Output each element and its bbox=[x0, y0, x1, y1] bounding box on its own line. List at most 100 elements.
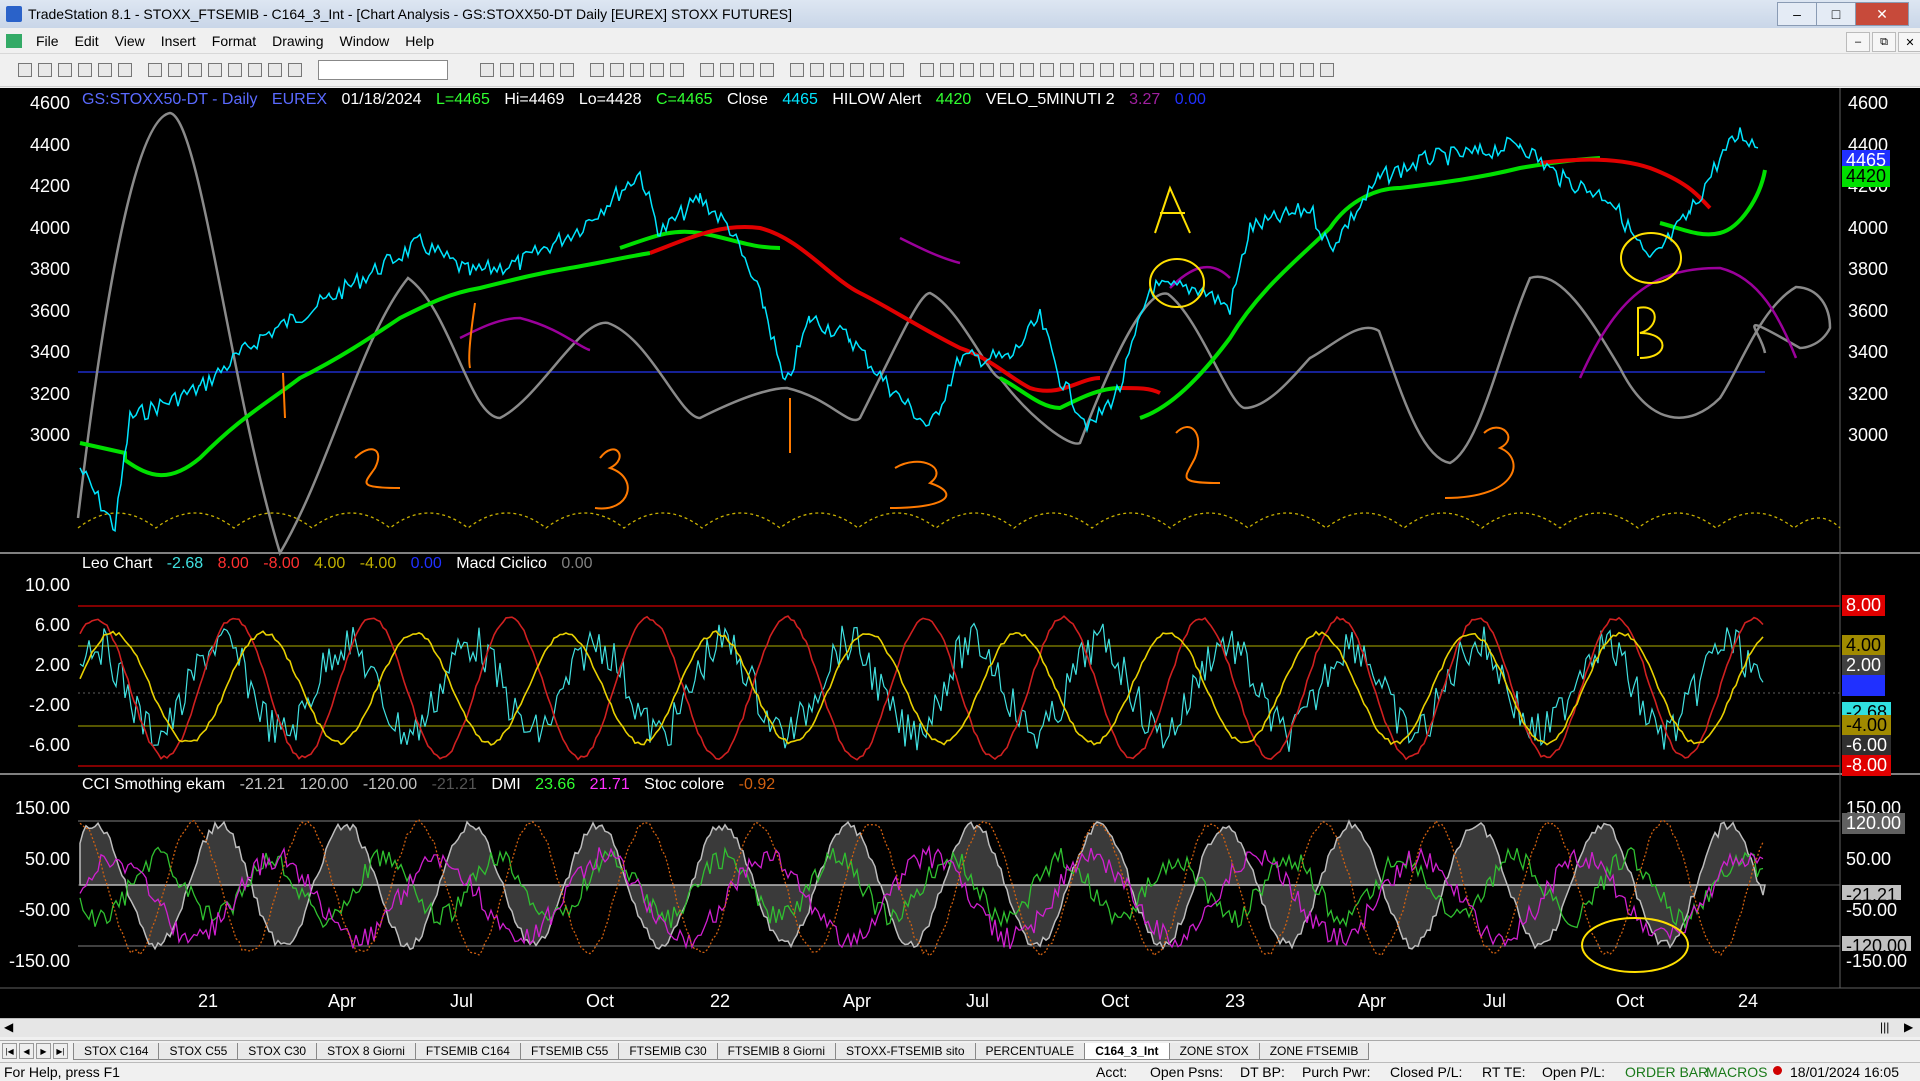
toolbar-tool-icon[interactable] bbox=[1200, 63, 1214, 77]
tab-first-icon[interactable]: |◀ bbox=[2, 1043, 17, 1059]
toolbar-tool-icon[interactable] bbox=[630, 63, 644, 77]
toolbar-tool-icon[interactable] bbox=[38, 63, 52, 77]
chart-window[interactable]: GS:STOXX50-DT - Daily EUREX 01/18/2024 L… bbox=[0, 88, 1920, 1026]
hilow-line-up[interactable] bbox=[79, 251, 651, 478]
toolbar-tool-icon[interactable] bbox=[18, 63, 32, 77]
toolbar-tool-icon[interactable] bbox=[188, 63, 202, 77]
toolbar-tool-icon[interactable] bbox=[1140, 63, 1154, 77]
sheet-tab[interactable]: STOX C55 bbox=[158, 1042, 239, 1060]
sheet-tab[interactable]: STOX C30 bbox=[237, 1042, 318, 1060]
toolbar-tool-icon[interactable] bbox=[208, 63, 222, 77]
toolbar-tool-icon[interactable] bbox=[58, 63, 72, 77]
toolbar-combo[interactable] bbox=[318, 60, 448, 80]
sheet-tab[interactable]: STOXX-FTSEMIB sito bbox=[835, 1042, 976, 1060]
menu-format[interactable]: Format bbox=[204, 33, 264, 49]
toolbar-tool-icon[interactable] bbox=[1240, 63, 1254, 77]
mdi-close-button[interactable]: ✕ bbox=[1898, 32, 1920, 52]
toolbar-tool-icon[interactable] bbox=[98, 63, 112, 77]
sheet-tab[interactable]: C164_3_Int bbox=[1084, 1042, 1170, 1060]
price-line[interactable] bbox=[79, 127, 1759, 533]
cycle-oscillator-gray[interactable] bbox=[76, 111, 1832, 557]
cycle-oscillator-purple[interactable] bbox=[459, 236, 1798, 379]
toolbar-tool-icon[interactable] bbox=[1040, 63, 1054, 77]
sheet-tab[interactable]: STOX 8 Giorni bbox=[316, 1042, 416, 1060]
toolbar-tool-icon[interactable] bbox=[1020, 63, 1034, 77]
menu-help[interactable]: Help bbox=[397, 33, 442, 49]
toolbar-tool-icon[interactable] bbox=[78, 63, 92, 77]
toolbar-tool-icon[interactable] bbox=[268, 63, 282, 77]
toolbar-tool-icon[interactable] bbox=[1220, 63, 1234, 77]
toolbar-tool-icon[interactable] bbox=[168, 63, 182, 77]
toolbar-tool-icon[interactable] bbox=[1320, 63, 1334, 77]
toolbar-tool-icon[interactable] bbox=[720, 63, 734, 77]
toolbar-tool-icon[interactable] bbox=[540, 63, 554, 77]
toolbar-tool-icon[interactable] bbox=[228, 63, 242, 77]
toolbar-tool-icon[interactable] bbox=[670, 63, 684, 77]
toolbar-tool-icon[interactable] bbox=[610, 63, 624, 77]
toolbar-tool-icon[interactable] bbox=[480, 63, 494, 77]
minimize-button[interactable]: – bbox=[1777, 2, 1817, 26]
toolbar-tool-icon[interactable] bbox=[870, 63, 884, 77]
toolbar-tool-icon[interactable] bbox=[920, 63, 934, 77]
toolbar-tool-icon[interactable] bbox=[590, 63, 604, 77]
toolbar-tool-icon[interactable] bbox=[118, 63, 132, 77]
tab-prev-icon[interactable]: ◀ bbox=[19, 1043, 34, 1059]
toolbar-tool-icon[interactable] bbox=[288, 63, 302, 77]
sheet-tab[interactable]: ZONE FTSEMIB bbox=[1258, 1042, 1370, 1060]
toolbar-tool-icon[interactable] bbox=[1260, 63, 1274, 77]
status-macros[interactable]: MACROS bbox=[1706, 1064, 1767, 1080]
toolbar-tool-icon[interactable] bbox=[1120, 63, 1134, 77]
sheet-tab[interactable]: FTSEMIB 8 Giorni bbox=[716, 1042, 837, 1060]
sheet-tab[interactable]: PERCENTUALE bbox=[974, 1042, 1086, 1060]
sheet-tab[interactable]: FTSEMIB C30 bbox=[618, 1042, 718, 1060]
sheet-tab[interactable]: ZONE STOX bbox=[1168, 1042, 1260, 1060]
toolbar-tool-icon[interactable] bbox=[1180, 63, 1194, 77]
hilow-line-down[interactable] bbox=[1539, 157, 1712, 210]
status-order-bar[interactable]: ORDER BAR bbox=[1625, 1064, 1708, 1080]
menu-drawing[interactable]: Drawing bbox=[264, 33, 331, 49]
toolbar-tool-icon[interactable] bbox=[1000, 63, 1014, 77]
scroll-right-icon[interactable]: ▶ bbox=[1904, 1020, 1913, 1034]
toolbar-tool-icon[interactable] bbox=[980, 63, 994, 77]
toolbar-tool-icon[interactable] bbox=[1100, 63, 1114, 77]
menu-file[interactable]: File bbox=[28, 33, 67, 49]
tab-next-icon[interactable]: ▶ bbox=[36, 1043, 51, 1059]
horizontal-scrollbar[interactable]: ◀ ||| ▶ bbox=[0, 1018, 1920, 1037]
toolbar-tool-icon[interactable] bbox=[700, 63, 714, 77]
maximize-button[interactable]: □ bbox=[1816, 2, 1856, 26]
toolbar-tool-icon[interactable] bbox=[650, 63, 664, 77]
toolbar-tool-icon[interactable] bbox=[148, 63, 162, 77]
toolbar-tool-icon[interactable] bbox=[940, 63, 954, 77]
menu-window[interactable]: Window bbox=[332, 33, 398, 49]
tab-last-icon[interactable]: ▶| bbox=[53, 1043, 68, 1059]
sheet-tab[interactable]: FTSEMIB C55 bbox=[519, 1042, 620, 1060]
toolbar-tool-icon[interactable] bbox=[1060, 63, 1074, 77]
toolbar-tool-icon[interactable] bbox=[890, 63, 904, 77]
hilow-line-down[interactable] bbox=[1119, 386, 1161, 395]
toolbar-tool-icon[interactable] bbox=[1300, 63, 1314, 77]
toolbar-tool-icon[interactable] bbox=[790, 63, 804, 77]
hilow-line-down[interactable] bbox=[649, 225, 1101, 393]
menu-insert[interactable]: Insert bbox=[153, 33, 204, 49]
toolbar-tool-icon[interactable] bbox=[500, 63, 514, 77]
hilow-line-up[interactable] bbox=[1139, 156, 1601, 420]
close-button[interactable]: ✕ bbox=[1855, 2, 1909, 26]
toolbar-tool-icon[interactable] bbox=[810, 63, 824, 77]
toolbar-tool-icon[interactable] bbox=[248, 63, 262, 77]
toolbar-tool-icon[interactable] bbox=[760, 63, 774, 77]
toolbar-tool-icon[interactable] bbox=[740, 63, 754, 77]
scroll-thumb-icon[interactable]: ||| bbox=[1880, 1020, 1889, 1034]
toolbar-tool-icon[interactable] bbox=[850, 63, 864, 77]
scroll-left-icon[interactable]: ◀ bbox=[4, 1020, 13, 1034]
menu-edit[interactable]: Edit bbox=[67, 33, 107, 49]
toolbar-tool-icon[interactable] bbox=[960, 63, 974, 77]
toolbar-tool-icon[interactable] bbox=[1280, 63, 1294, 77]
toolbar-tool-icon[interactable] bbox=[560, 63, 574, 77]
sheet-tab[interactable]: FTSEMIB C164 bbox=[414, 1042, 521, 1060]
toolbar-tool-icon[interactable] bbox=[830, 63, 844, 77]
toolbar-tool-icon[interactable] bbox=[520, 63, 534, 77]
macd-ciclico-red[interactable] bbox=[79, 615, 1764, 761]
toolbar-tool-icon[interactable] bbox=[1080, 63, 1094, 77]
menu-view[interactable]: View bbox=[107, 33, 153, 49]
mdi-restore-button[interactable]: ⧉ bbox=[1872, 32, 1896, 52]
